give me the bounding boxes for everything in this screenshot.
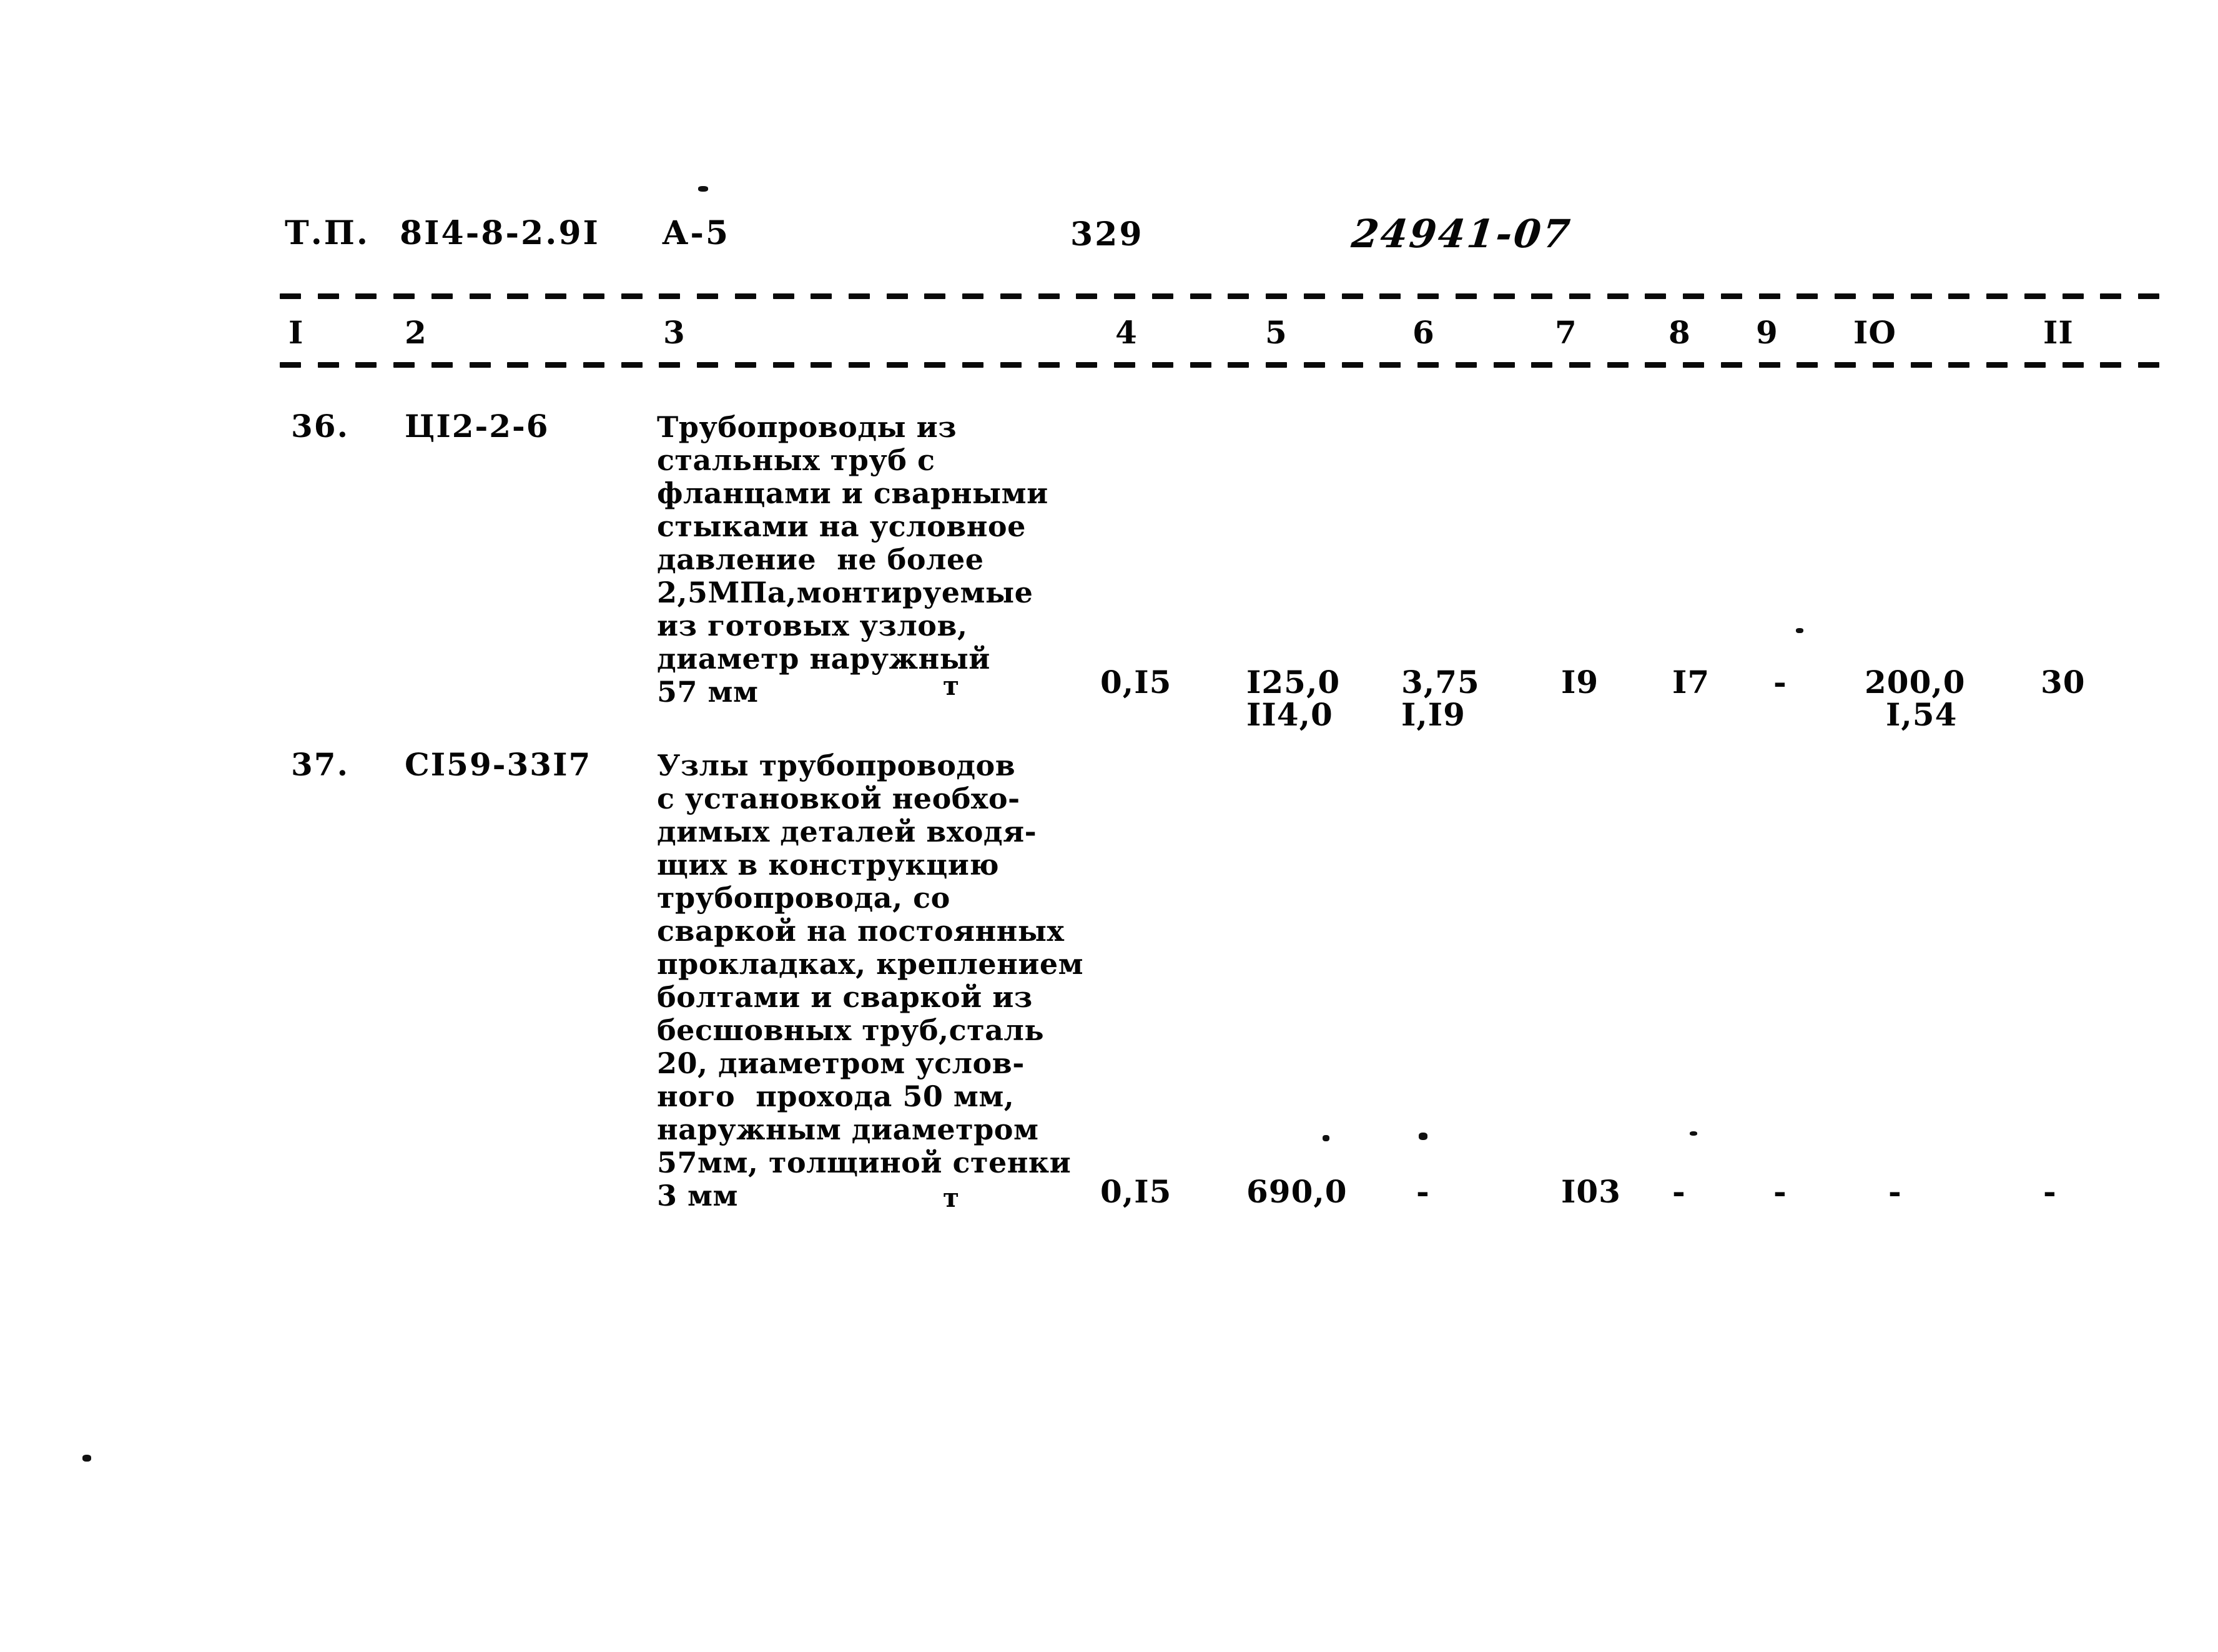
column-header-9: 9 (1756, 314, 1778, 351)
column-header-11: II (2043, 314, 2074, 351)
table-row-37-description: Узлы трубопроводов с установкой необхо- … (657, 749, 1084, 1212)
table-row-36-col8: I7 (1672, 664, 1710, 701)
table-row-37-col5: 690,0 (1246, 1173, 1348, 1210)
scan-speck (1323, 1135, 1329, 1141)
table-row-36-col5-top: I25,0 (1246, 664, 1341, 701)
table-row-36-col9: - (1773, 664, 1787, 701)
table-row-37-col11: - (2043, 1173, 2057, 1210)
table-row-36-code: ЦI2-2-6 (405, 408, 550, 445)
scanned-document-page: Т.П. 8I4-8-2.9I А-5 329 24941-07 I 2 3 4… (0, 0, 2218, 1652)
column-header-5: 5 (1265, 314, 1288, 351)
scan-speck (1419, 1133, 1427, 1140)
scan-speck (82, 1455, 91, 1462)
table-row-37-col9: - (1773, 1173, 1787, 1210)
table-row-36-col10-bottom: I,54 (1886, 696, 1958, 733)
table-row-36-col11: 30 (2041, 664, 2086, 701)
table-row-36-col4: 0,I5 (1100, 664, 1172, 701)
table-row-37-col6: - (1416, 1173, 1430, 1210)
section-code: А-5 (662, 214, 731, 252)
table-row-36-description: Трубопроводы из стальных труб с фланцами… (657, 410, 1048, 709)
column-header-7: 7 (1555, 314, 1577, 351)
dashed-rule-below-headers (280, 360, 2159, 370)
table-row-36-unit: т (943, 671, 960, 701)
table-row-36-col6-bottom: I,I9 (1401, 696, 1466, 733)
table-row-36-col10-top: 200,0 (1865, 664, 1966, 701)
dashed-rule-top (280, 291, 2159, 301)
column-header-10: IO (1853, 314, 1896, 351)
column-header-3: 3 (663, 314, 686, 351)
standard-label: Т.П. (285, 214, 370, 252)
table-row-36-col7: I9 (1561, 664, 1599, 701)
table-row-37-unit: т (943, 1182, 960, 1213)
stamp-code: 24941-07 (1349, 211, 1574, 257)
table-row-37-col8: - (1672, 1173, 1686, 1210)
table-row-37-col7: I03 (1561, 1173, 1621, 1210)
table-row-37-col10: - (1888, 1173, 1902, 1210)
scan-speck (1796, 628, 1803, 633)
table-row-37-number: 37. (291, 746, 349, 783)
scan-speck (698, 186, 708, 192)
column-header-6: 6 (1412, 314, 1435, 351)
table-row-36-number: 36. (291, 408, 349, 445)
scan-speck (1690, 1131, 1697, 1136)
table-row-36-col6-top: 3,75 (1401, 664, 1480, 701)
column-header-2: 2 (405, 314, 427, 351)
standard-code: 8I4-8-2.9I (400, 214, 600, 252)
page-number: 329 (1070, 215, 1144, 253)
column-header-1: I (288, 314, 304, 351)
column-header-8: 8 (1668, 314, 1691, 351)
table-row-36-col5-bottom: II4,0 (1246, 696, 1333, 733)
table-row-37-code: СI59-33I7 (405, 746, 592, 783)
table-row-37-col4: 0,I5 (1100, 1173, 1172, 1210)
column-header-4: 4 (1115, 314, 1138, 351)
